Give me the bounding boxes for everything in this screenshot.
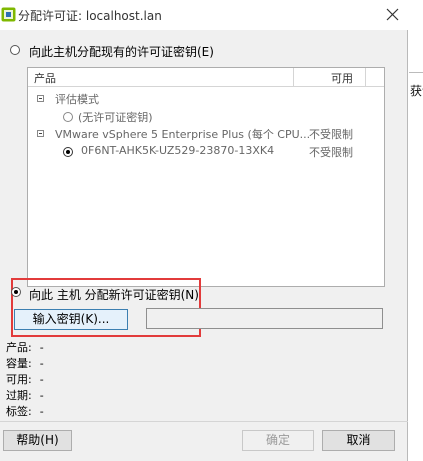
footer-divider — [0, 421, 408, 422]
list-header: 产品 可用 — [28, 68, 384, 87]
enter-key-button[interactable]: 输入密钥(K)... — [14, 309, 128, 330]
column-separator[interactable] — [365, 68, 366, 86]
license-list[interactable]: 产品 可用 评估模式 (无许可证密钥) VMware vSphere 5 Ent… — [27, 67, 385, 287]
info-label: 标签: - — [6, 405, 44, 418]
license-key-radio[interactable] — [63, 147, 73, 157]
collapse-icon[interactable] — [37, 130, 44, 137]
vmware-icon — [1, 7, 16, 22]
info-available: 可用: - — [6, 373, 44, 386]
new-key-label[interactable]: 向此 主机 分配新许可证密钥(N) — [29, 286, 199, 303]
collapse-icon[interactable] — [37, 95, 44, 102]
existing-key-radio[interactable] — [10, 45, 20, 55]
info-product: 产品: - — [6, 341, 44, 354]
column-product[interactable]: 产品 — [34, 70, 56, 86]
background-text: 获讠 — [410, 84, 423, 98]
assign-license-dialog: 分配许可证: localhost.lan 向此主机分配现有的许可证密钥(E) 产… — [0, 0, 408, 461]
no-key-radio[interactable] — [63, 112, 73, 122]
background-divider — [409, 72, 423, 73]
background-window — [408, 0, 423, 461]
license-key-field[interactable] — [146, 308, 383, 329]
tree-item-label[interactable]: (无许可证密钥) — [78, 109, 153, 125]
cancel-button[interactable]: 取消 — [322, 430, 395, 451]
ok-button[interactable]: 确定 — [242, 430, 314, 451]
info-capacity: 容量: - — [6, 357, 44, 370]
tree-item-available: 不受限制 — [309, 146, 353, 159]
column-separator[interactable] — [293, 68, 294, 86]
tree-item-label[interactable]: 0F6NT-AHK5K-UZ529-23870-13XK4 — [81, 144, 274, 157]
column-available[interactable]: 可用 — [331, 70, 353, 86]
tree-group-label[interactable]: VMware vSphere 5 Enterprise Plus (每个 CPU… — [55, 126, 310, 142]
new-key-radio[interactable] — [11, 287, 21, 297]
info-expires: 过期: - — [6, 389, 44, 402]
existing-key-label[interactable]: 向此主机分配现有的许可证密钥(E) — [29, 43, 214, 60]
help-button[interactable]: 帮助(H) — [3, 430, 72, 451]
title-bar: 分配许可证: localhost.lan — [0, 0, 408, 30]
close-icon[interactable] — [386, 8, 399, 21]
window-title: 分配许可证: localhost.lan — [18, 9, 162, 23]
tree-group-available: 不受限制 — [309, 128, 353, 141]
tree-group-label[interactable]: 评估模式 — [55, 91, 99, 107]
